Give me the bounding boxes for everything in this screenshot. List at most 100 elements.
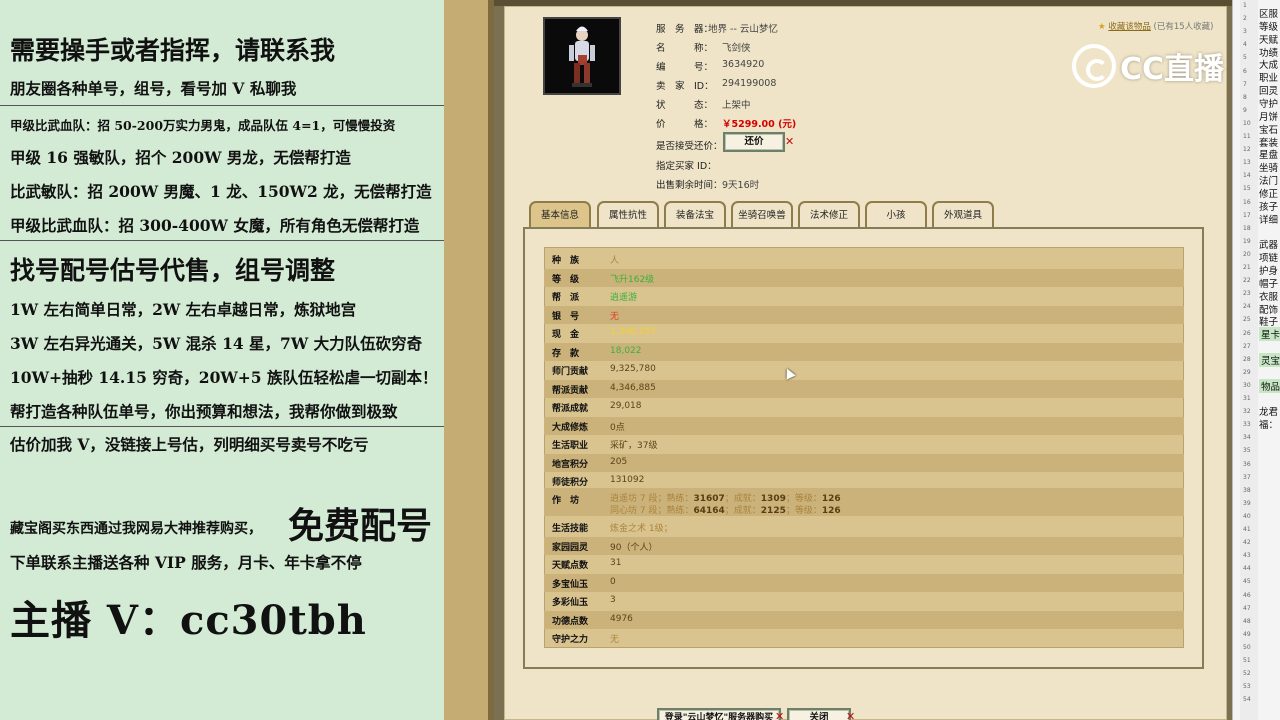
seller-value: 294199008: [722, 78, 777, 89]
row-number: 20: [1243, 250, 1251, 258]
tab-appearance[interactable]: 外观道具: [932, 201, 994, 228]
row-number: 54: [1243, 696, 1251, 704]
row-number: 18: [1243, 224, 1251, 232]
row-label: 功德点数: [552, 616, 589, 627]
row-number: 53: [1243, 683, 1251, 691]
row-value: 逍遥游: [610, 293, 638, 303]
sheet-cell[interactable]: 福：: [1259, 417, 1278, 431]
character-figure-icon: [545, 19, 619, 93]
row-value: 0: [610, 576, 616, 587]
close-icon: ✕: [846, 710, 856, 720]
row-number: 43: [1243, 552, 1251, 560]
workshop-line-2: 同心坊 7 段；熟练：64164；成就：2125；等级：126: [610, 503, 841, 516]
character-avatar: [543, 17, 621, 95]
remain-time-value: 9天16时: [722, 180, 760, 191]
server-label: 服 务 器：: [656, 24, 714, 35]
row-number: 12: [1243, 146, 1251, 154]
row-number: 4: [1243, 41, 1247, 49]
row-number: 24: [1243, 303, 1251, 311]
row-number: 1: [1243, 2, 1247, 9]
workshop-value: 64164: [693, 506, 725, 516]
row-label: 现 金: [552, 330, 580, 340]
status-label: 状 态：: [656, 100, 714, 111]
row-number: 23: [1243, 290, 1251, 298]
row-value: 0点: [610, 422, 625, 433]
sheet-cell[interactable]: 星卡: [1259, 327, 1280, 342]
row-number: 33: [1243, 421, 1251, 429]
row-value: 18,022: [610, 345, 642, 356]
row-value: 1,340,257: [610, 327, 656, 337]
login-purchase-button[interactable]: 登录"云山梦忆"服务器购买: [657, 708, 781, 720]
row-number: 38: [1243, 486, 1251, 494]
row-number: 17: [1243, 211, 1251, 219]
row-number: 21: [1243, 264, 1251, 271]
tab-children[interactable]: 小孩: [865, 201, 927, 228]
row-number: 26: [1243, 329, 1251, 337]
table-row: 生活职业 采矿，37级: [544, 435, 1184, 454]
tab-attributes[interactable]: 属性抗性: [597, 201, 659, 228]
row-number: 10: [1243, 119, 1251, 127]
row-number: 13: [1243, 159, 1251, 167]
table-row: 守护之力 无: [544, 629, 1184, 648]
tab-mounts-pets[interactable]: 坐骑召唤兽: [731, 201, 793, 228]
sheet-cell[interactable]: 物品: [1259, 378, 1280, 393]
row-number: 32: [1243, 408, 1251, 416]
row-value: 131092: [610, 475, 645, 485]
row-number: 47: [1243, 604, 1251, 612]
table-row: 师门贡献 9,325,780: [544, 361, 1184, 380]
table-row: 多彩仙玉 3: [544, 592, 1184, 611]
row-number: 6: [1243, 67, 1247, 75]
table-row: 生活技能 炼金之术 1级；: [544, 518, 1184, 537]
row-number: 42: [1243, 539, 1251, 547]
tab-basic-info[interactable]: 基本信息: [529, 201, 591, 228]
row-number: 31: [1243, 395, 1251, 402]
row-number: 25: [1243, 316, 1251, 324]
row-label: 银 号: [552, 311, 580, 322]
row-label: 多宝仙玉: [552, 579, 589, 590]
table-row: 帮派成就 29,018: [544, 398, 1184, 417]
overlay-line: 比武敏队：招 200W 男魔、1 龙、150W2 龙，无偿帮打造: [10, 182, 432, 201]
bargain-button[interactable]: 还价: [723, 132, 785, 152]
overlay-line-text: 甲级比武血队：招 50-200万实力男鬼，成品队伍 4=1，可慢慢投资: [10, 118, 396, 133]
row-number: 30: [1243, 381, 1251, 389]
close-icon: ✕: [775, 710, 785, 720]
row-value: 4,346,885: [610, 382, 656, 393]
overlay-line: 1W 左右简单日常，2W 左右卓越日常，炼狱地宫: [10, 300, 357, 319]
row-label: 家园园灵: [552, 542, 589, 553]
row-value: 无: [610, 311, 620, 322]
favorite-link-text[interactable]: 收藏该物品: [1108, 22, 1151, 32]
row-number: 39: [1243, 499, 1251, 507]
row-number: 7: [1243, 80, 1247, 88]
close-button[interactable]: 关闭: [787, 708, 851, 720]
divider: [0, 105, 444, 106]
row-label: 师门贡献: [552, 367, 589, 377]
row-value: 31: [610, 558, 622, 568]
tab-spell-correction[interactable]: 法术修正: [798, 201, 860, 228]
tab-equipment[interactable]: 装备法宝: [664, 201, 726, 228]
buyer-id-label: 指定买家 ID：: [656, 161, 717, 172]
server-value: 地界 -- 云山梦忆: [708, 24, 778, 35]
table-row: 等 级 飞升162级: [544, 268, 1184, 287]
workshop-value: 2125: [760, 506, 786, 516]
row-number: 14: [1243, 172, 1251, 180]
row-label: 存 款: [552, 348, 580, 359]
row-label: 师徒积分: [552, 478, 589, 488]
row-value: 205: [610, 456, 628, 467]
row-label: 生活职业: [552, 441, 589, 451]
row-number: 52: [1243, 670, 1251, 678]
sheet-cell[interactable]: 详细: [1259, 212, 1278, 226]
row-label: 地宫积分: [552, 459, 589, 470]
table-row: 天赋点数 31: [544, 555, 1184, 574]
close-icon: ✕: [785, 135, 795, 148]
row-number: 35: [1243, 447, 1251, 455]
row-value: 90（个人）: [610, 542, 658, 553]
sheet-cell[interactable]: 灵宝: [1259, 352, 1280, 367]
row-number: 8: [1243, 93, 1247, 101]
favorite-link[interactable]: ★ 收藏该物品 (已有15人收藏): [1098, 20, 1214, 32]
row-value: 无: [610, 635, 620, 645]
free-match-text: 免费配号: [288, 505, 433, 547]
row-number: 40: [1243, 512, 1251, 520]
row-number: 5: [1243, 54, 1247, 62]
cc-live-watermark: CC直播: [1072, 44, 1224, 88]
row-value: 人: [610, 256, 620, 266]
